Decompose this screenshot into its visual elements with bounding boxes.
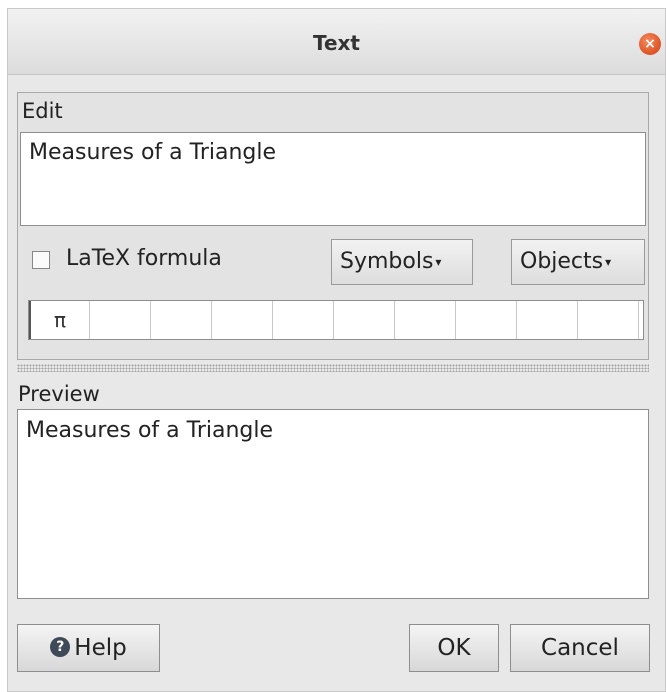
symbol-cell[interactable] bbox=[90, 301, 151, 339]
chevron-down-icon: ▾ bbox=[605, 255, 612, 269]
symbol-cell[interactable] bbox=[212, 301, 273, 339]
edit-panel: Edit Measures of a Triangle LaTeX formul… bbox=[17, 92, 649, 360]
symbol-cell[interactable] bbox=[334, 301, 395, 339]
close-icon[interactable]: × bbox=[639, 33, 661, 55]
symbol-cell[interactable] bbox=[517, 301, 578, 339]
symbols-button-label: Symbols bbox=[340, 249, 434, 274]
symbol-cell[interactable] bbox=[395, 301, 456, 339]
symbol-cell[interactable]: π bbox=[29, 301, 90, 339]
symbol-cell[interactable] bbox=[456, 301, 517, 339]
edit-label: Edit bbox=[22, 99, 63, 123]
preview-label: Preview bbox=[18, 382, 100, 406]
title-bar[interactable]: Text × bbox=[8, 9, 665, 75]
help-button[interactable]: ? Help bbox=[17, 624, 160, 672]
chevron-down-icon: ▾ bbox=[435, 255, 442, 269]
split-pane-divider[interactable] bbox=[17, 364, 649, 372]
latex-checkbox-label[interactable]: LaTeX formula bbox=[66, 246, 222, 271]
ok-button[interactable]: OK bbox=[409, 624, 499, 672]
edit-text-field[interactable]: Measures of a Triangle bbox=[20, 132, 646, 226]
preview-area: Measures of a Triangle bbox=[17, 409, 649, 599]
objects-button-label: Objects bbox=[520, 249, 604, 274]
symbol-cell[interactable] bbox=[639, 301, 643, 339]
help-icon: ? bbox=[50, 636, 71, 657]
help-button-label: Help bbox=[74, 635, 127, 661]
symbol-cell[interactable] bbox=[578, 301, 639, 339]
edit-controls-row: LaTeX formula Symbols ▾ Objects ▾ bbox=[18, 233, 648, 289]
cancel-button[interactable]: Cancel bbox=[510, 624, 650, 672]
symbol-strip: π bbox=[28, 300, 644, 340]
objects-dropdown-button[interactable]: Objects ▾ bbox=[511, 239, 645, 285]
dialog-title: Text bbox=[312, 31, 360, 55]
symbols-dropdown-button[interactable]: Symbols ▾ bbox=[331, 239, 473, 285]
symbol-cell[interactable] bbox=[273, 301, 334, 339]
symbol-cell[interactable] bbox=[151, 301, 212, 339]
preview-text: Measures of a Triangle bbox=[26, 418, 274, 443]
latex-checkbox[interactable] bbox=[32, 251, 50, 269]
